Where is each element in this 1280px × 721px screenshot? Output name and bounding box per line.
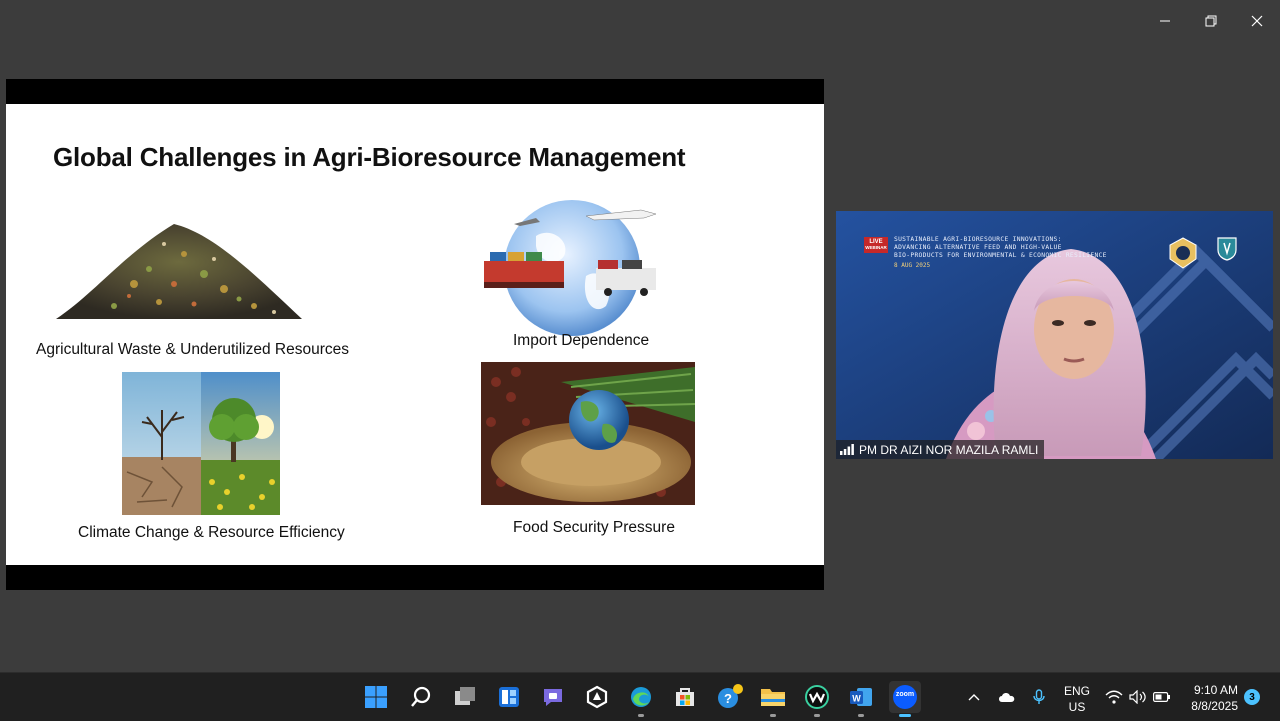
svg-text:W: W [852,694,861,704]
onedrive-button[interactable] [996,673,1018,721]
waste-heap-image [56,224,302,319]
word-icon: W [850,688,872,706]
live-badge: LIVE WEBINAR [864,237,888,253]
restore-icon [1205,15,1217,27]
cloud-icon [999,693,1015,702]
shared-screen: Global Challenges in Agri-Bioresource Ma… [6,79,824,590]
climate-tree-image [122,372,280,515]
copilot-icon [586,685,608,709]
webex-button[interactable] [801,681,833,717]
banner-date: 8 AUG 2025 [894,262,931,269]
edge-button[interactable] [625,681,657,717]
edge-running-indicator [638,714,644,717]
widgets-button[interactable] [493,681,525,713]
university-logo-icon [1169,237,1197,269]
webinar-label: WEBINAR [865,245,887,250]
clock[interactable]: 9:10 AM 8/8/2025 [1182,682,1238,714]
help-icon: ? [718,684,743,708]
caption-food-security: Food Security Pressure [513,519,675,536]
microphone-icon [1033,689,1045,704]
institute-logo-icon [1217,237,1237,261]
microsoft-store-button[interactable] [669,681,701,713]
get-help-button[interactable]: ? [713,681,745,713]
task-view-button[interactable] [449,681,481,713]
restore-button[interactable] [1197,8,1225,34]
search-button[interactable] [405,681,437,713]
edge-browser-icon [631,687,651,707]
store-bag-icon [676,688,694,706]
wifi-icon [1105,690,1123,704]
caption-import-dependence: Import Dependence [513,332,650,349]
zoom-active-indicator [899,714,911,717]
webex-icon [805,685,829,709]
svg-text:?: ? [724,691,732,706]
slide-title: Global Challenges in Agri-Bioresource Ma… [53,142,686,172]
region-code: US [1068,700,1086,714]
language-code: ENG [1063,684,1090,698]
battery-icon [1153,692,1170,702]
chevron-up-icon [968,694,980,701]
caption-agricultural-waste: Agricultural Waste & Underutilized Resou… [36,341,349,358]
banner-line-2: ADVANCING ALTERNATIVE FEED AND HIGH-VALU… [894,244,1062,251]
participant-video[interactable]: LIVE WEBINAR SUSTAINABLE AGRI-BIORESOURC… [836,211,1273,459]
clock-time: 9:10 AM [1193,683,1238,697]
grain-globe-image [481,362,695,505]
word-running-indicator [858,714,864,717]
teams-chat-button[interactable] [537,681,569,713]
task-view-icon [455,687,475,705]
language-switcher[interactable]: ENG US [1062,683,1092,715]
webinar-banner-title: SUSTAINABLE AGRI-BIORESOURCE INNOVATIONS… [894,236,1107,260]
windows-start-icon [365,686,387,708]
battery-button[interactable] [1152,673,1172,721]
explorer-running-indicator [770,714,776,717]
copilot-button[interactable] [581,681,613,713]
widgets-icon [499,687,519,707]
minimize-icon [1160,20,1170,22]
zoom-button[interactable]: zoom [889,681,921,717]
start-button[interactable] [360,681,392,713]
banner-line-3: BIO-PRODUCTS FOR ENVIRONMENTAL & ECONOMI… [894,252,1107,259]
participant-name: PM DR AIZI NOR MAZILA RAMLI [859,442,1039,457]
speaker-icon [1129,690,1146,704]
zoom-label: zoom [895,691,915,698]
folder-icon [761,689,785,706]
volume-button[interactable] [1128,673,1148,721]
taskbar: ? W zoom ENG US 9:10 AM 8/8/2025 3 [0,672,1280,721]
show-hidden-icons-button[interactable] [964,673,984,721]
notification-badge[interactable]: 3 [1244,689,1260,705]
chat-icon [544,689,562,706]
signal-strength-icon [840,444,854,455]
network-button[interactable] [1104,673,1124,721]
search-icon [411,686,431,707]
close-button[interactable] [1243,8,1271,34]
caption-climate-change: Climate Change & Resource Efficiency [78,524,345,541]
clock-date: 8/8/2025 [1191,699,1238,713]
close-icon [1251,15,1263,27]
microphone-button[interactable] [1030,673,1048,721]
banner-line-1: SUSTAINABLE AGRI-BIORESOURCE INNOVATIONS… [894,236,1062,243]
webex-running-indicator [814,714,820,717]
globe-trade-image [484,200,657,336]
file-explorer-button[interactable] [757,681,789,717]
presentation-slide: Global Challenges in Agri-Bioresource Ma… [6,104,824,565]
minimize-button[interactable] [1151,8,1179,34]
word-button[interactable]: W [845,681,877,717]
participant-name-tag: PM DR AIZI NOR MAZILA RAMLI [836,440,1045,459]
